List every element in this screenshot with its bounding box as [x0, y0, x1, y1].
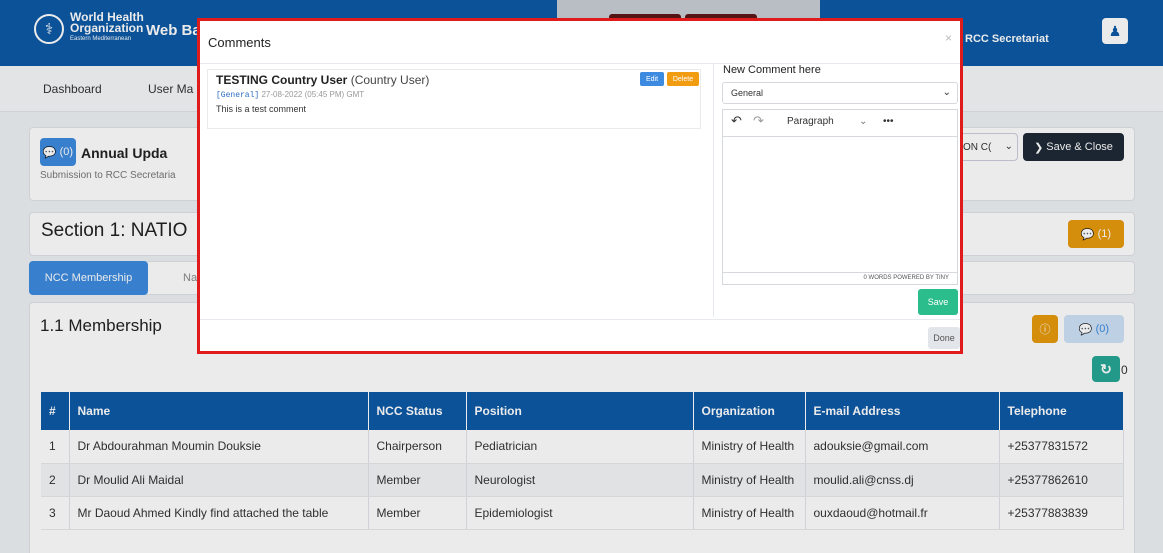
comment-author-role: (Country User)	[350, 73, 430, 87]
comment-category-select[interactable]: General ⌄	[722, 82, 958, 104]
save-comment-button[interactable]: Save	[918, 289, 958, 315]
comment-editor[interactable]: ↶ ↷ Paragraph ⌄ ••• 0 WORDS POWERED BY T…	[722, 109, 958, 285]
undo-icon[interactable]: ↶	[731, 113, 742, 129]
comment-author: TESTING Country User (Country User)	[216, 73, 430, 87]
editor-status-bar: 0 WORDS POWERED BY TINY	[723, 272, 957, 284]
modal-column-divider	[713, 63, 714, 317]
new-comment-label: New Comment here	[723, 64, 821, 76]
comment-text: This is a test comment	[216, 104, 307, 114]
modal-title: Comments	[208, 35, 271, 50]
comment-timestamp: 27-08-2022 (05:45 PM) GMT	[261, 90, 365, 99]
delete-comment-button[interactable]: Delete	[667, 72, 699, 86]
redo-icon[interactable]: ↷	[753, 113, 764, 129]
modal-header-divider	[200, 63, 960, 64]
modal-footer-divider	[200, 319, 960, 320]
comment-category-tag: [General]	[216, 91, 260, 100]
chevron-down-icon: ⌄	[942, 87, 951, 98]
chevron-down-icon: ⌄	[859, 116, 868, 127]
edit-comment-button[interactable]: Edit	[640, 72, 664, 86]
more-icon[interactable]: •••	[883, 116, 894, 127]
done-button[interactable]: Done	[928, 327, 960, 349]
comments-modal: Comments × TESTING Country User (Country…	[197, 18, 963, 354]
editor-toolbar: ↶ ↷ Paragraph ⌄ •••	[723, 110, 957, 137]
comment-item: TESTING Country User (Country User) [Gen…	[207, 69, 701, 129]
comment-meta: [General] 27-08-2022 (05:45 PM) GMT	[216, 90, 364, 100]
block-format-select[interactable]: Paragraph	[787, 116, 834, 127]
close-icon[interactable]: ×	[945, 31, 952, 45]
